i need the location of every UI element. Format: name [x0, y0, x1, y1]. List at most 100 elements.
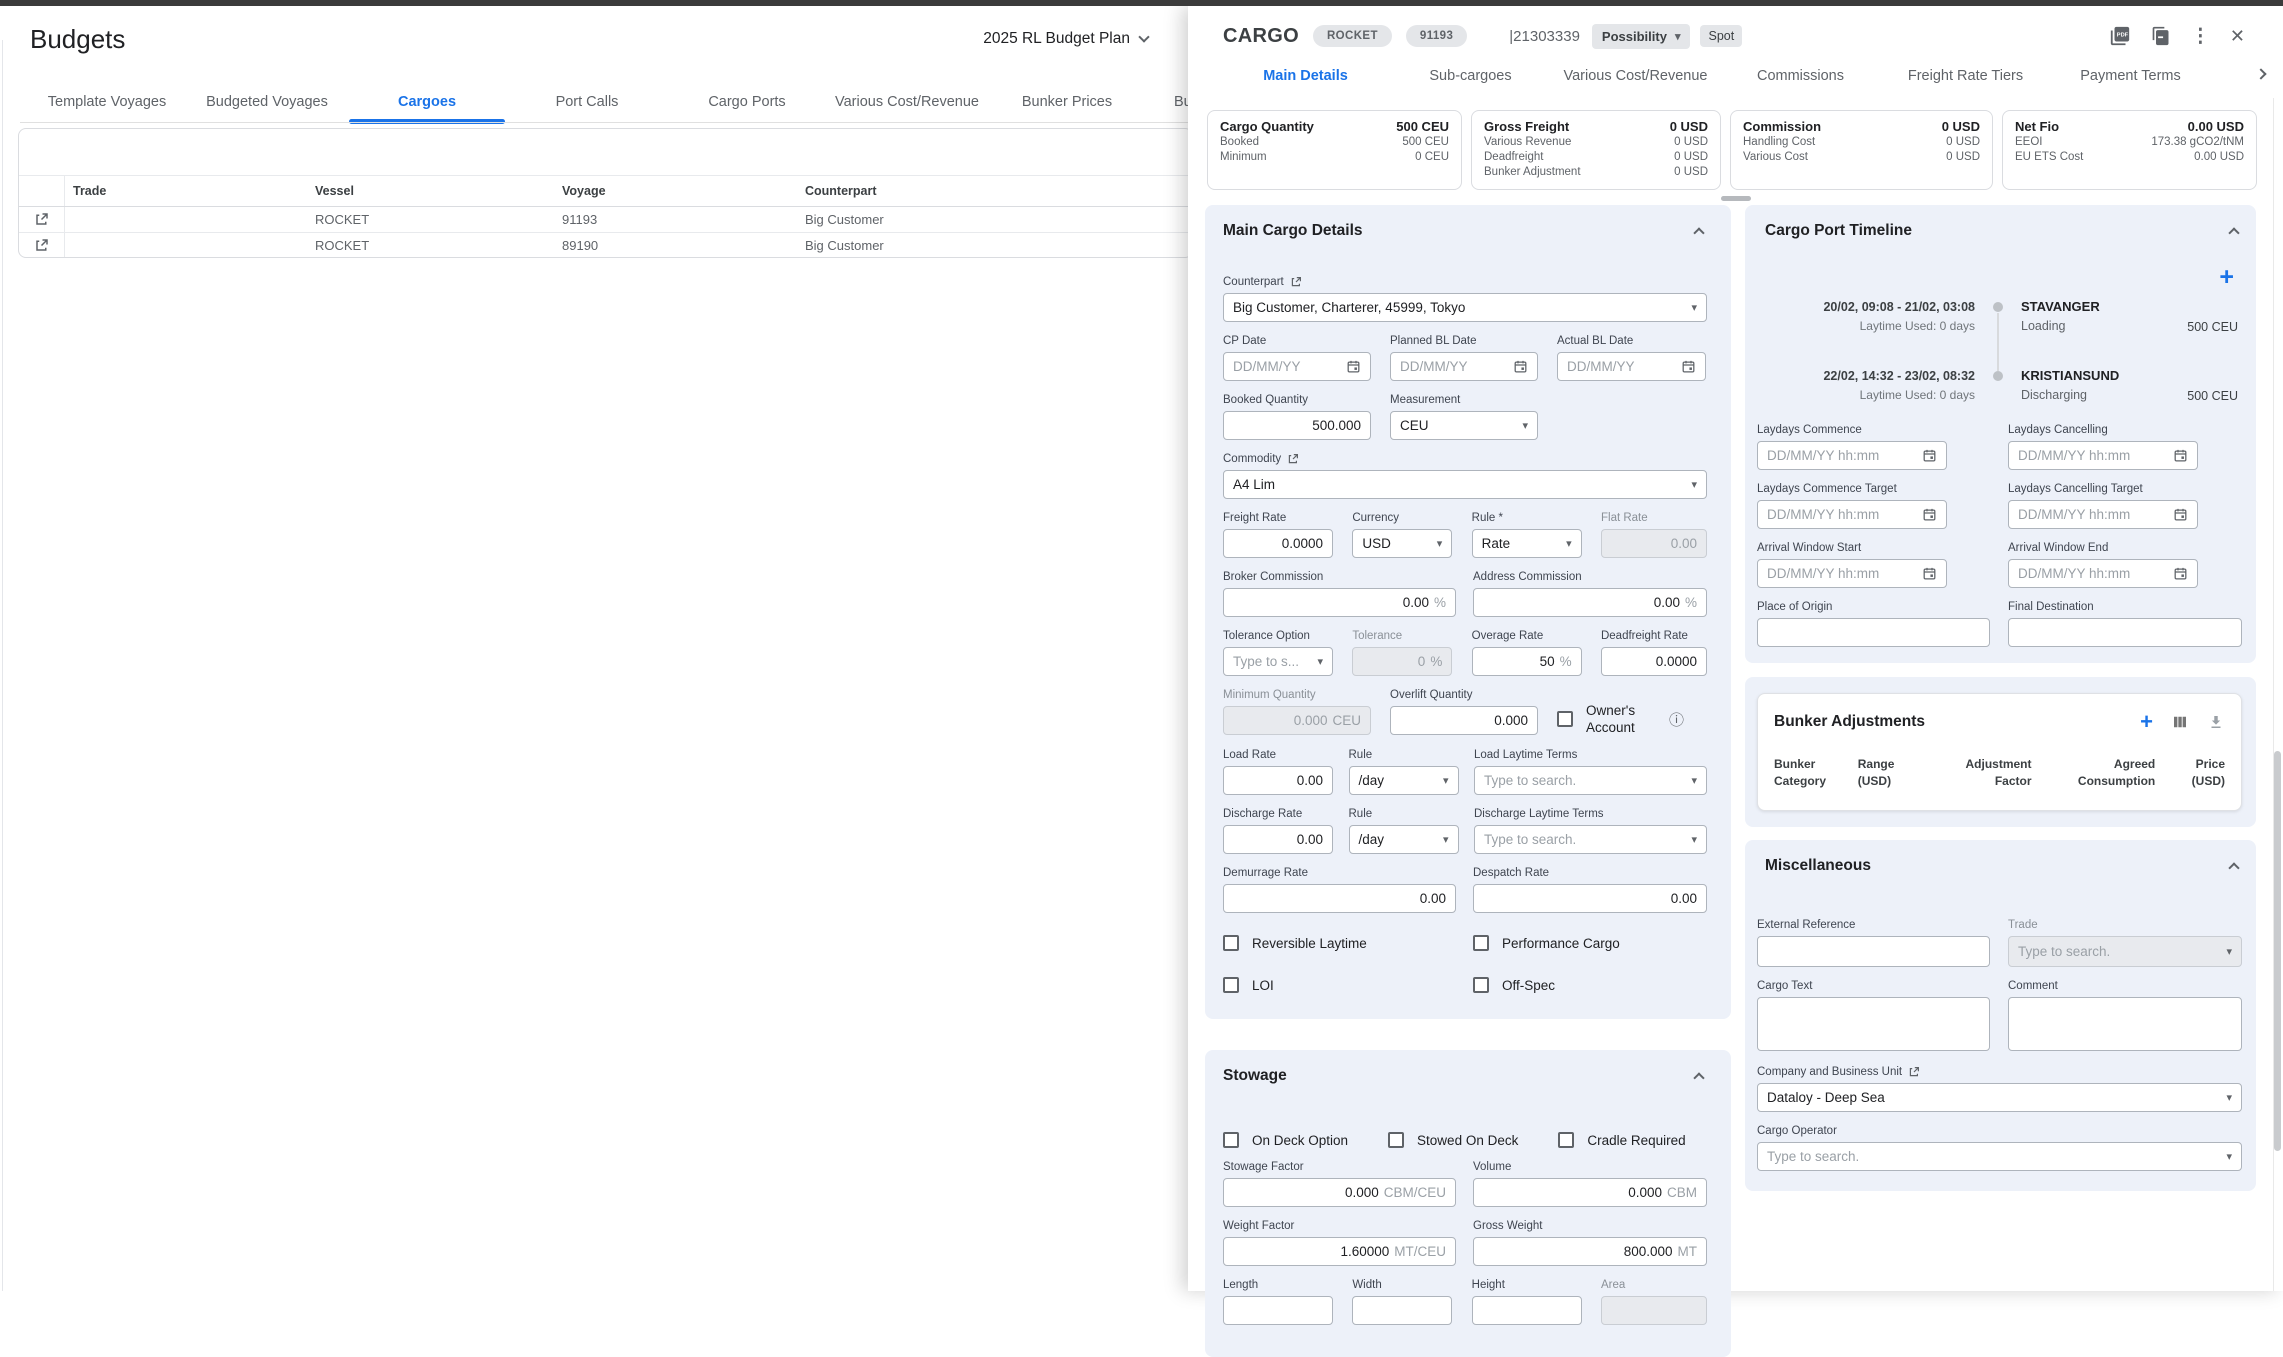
calendar-icon[interactable]	[1513, 359, 1528, 374]
arrival-window-end-input[interactable]: DD/MM/YY hh:mm	[2008, 559, 2198, 588]
place-of-origin-input[interactable]	[1757, 618, 1990, 647]
deadfreight-rate-input[interactable]: 0.0000	[1601, 647, 1707, 676]
collapse-icon[interactable]	[1693, 227, 1704, 238]
cargo-text-textarea[interactable]	[1757, 997, 1990, 1051]
add-bunker-adjustment-button[interactable]: +	[2140, 710, 2153, 734]
discharge-rate-input[interactable]: 0.00	[1223, 825, 1333, 854]
close-icon[interactable]: ✕	[2230, 26, 2245, 47]
calendar-icon[interactable]	[2173, 507, 2188, 522]
tab-port-calls[interactable]: Port Calls	[507, 81, 667, 123]
calendar-icon[interactable]	[2173, 566, 2188, 581]
open-in-new-icon[interactable]	[34, 238, 49, 253]
drawer-tab-main-details[interactable]: Main Details	[1223, 58, 1388, 94]
tab-cargoes[interactable]: Cargoes	[347, 81, 507, 123]
laydays-cancelling-target-input[interactable]: DD/MM/YY hh:mm	[2008, 500, 2198, 529]
tab-budgeted-voyages[interactable]: Budgeted Voyages	[187, 81, 347, 123]
timeline-entry[interactable]: 22/02, 14:32 - 23/02, 08:32 Laytime Used…	[1757, 368, 2242, 403]
scrollbar-thumb[interactable]	[2274, 751, 2281, 1151]
performance-cargo-checkbox[interactable]	[1473, 935, 1489, 951]
currency-select[interactable]: USD▾	[1352, 529, 1452, 558]
commodity-select[interactable]: A4 Lim▾	[1223, 470, 1707, 499]
column-settings-icon[interactable]	[2171, 713, 2189, 731]
off-spec-checkbox[interactable]	[1473, 977, 1489, 993]
open-in-new-icon[interactable]	[1287, 453, 1299, 465]
table-row[interactable]: ROCKET 91193 Big Customer	[19, 207, 1192, 233]
external-reference-input[interactable]	[1757, 936, 1990, 967]
download-icon[interactable]	[2207, 713, 2225, 731]
weight-factor-input[interactable]: 1.60000MT/CEU	[1223, 1237, 1456, 1266]
cradle-required-checkbox[interactable]	[1558, 1132, 1574, 1148]
drawer-tab-payment-terms[interactable]: Payment Terms	[2048, 58, 2213, 94]
pdf-export-icon[interactable]: PDF	[2109, 25, 2131, 47]
despatch-rate-input[interactable]: 0.00	[1473, 884, 1707, 913]
drawer-tab-freight-rate-tiers[interactable]: Freight Rate Tiers	[1883, 58, 2048, 94]
copy-icon[interactable]	[2151, 26, 2171, 46]
company-business-unit-select[interactable]: Dataloy - Deep Sea▾	[1757, 1083, 2242, 1112]
timeline-entry[interactable]: 20/02, 09:08 - 21/02, 03:08 Laytime Used…	[1757, 299, 2242, 334]
load-rule-select[interactable]: /day▾	[1349, 766, 1459, 795]
arrival-window-start-input[interactable]: DD/MM/YY hh:mm	[1757, 559, 1947, 588]
height-input[interactable]	[1472, 1296, 1582, 1325]
calendar-icon[interactable]	[1922, 566, 1937, 581]
overlift-quantity-input[interactable]: 0.000	[1390, 706, 1538, 735]
stowage-factor-input[interactable]: 0.000CBM/CEU	[1223, 1178, 1456, 1207]
open-in-new-icon[interactable]	[1290, 276, 1302, 288]
status-dropdown[interactable]: Possibility ▾	[1592, 24, 1691, 49]
address-commission-input[interactable]: 0.00%	[1473, 588, 1707, 617]
calendar-icon[interactable]	[1681, 359, 1696, 374]
loi-checkbox[interactable]	[1223, 977, 1239, 993]
info-icon[interactable]: ⓘ	[1669, 709, 1684, 730]
broker-commission-input[interactable]: 0.00%	[1223, 588, 1456, 617]
tab-bunker-prices[interactable]: Bunker Prices	[987, 81, 1147, 123]
freight-rate-input[interactable]: 0.0000	[1223, 529, 1333, 558]
owners-account-checkbox[interactable]	[1557, 711, 1573, 727]
kebab-menu-icon[interactable]: ⋮	[2191, 25, 2210, 48]
load-laytime-terms-select[interactable]: Type to search.▾	[1474, 766, 1707, 795]
cp-date-input[interactable]: DD/MM/YY	[1223, 352, 1371, 381]
add-port-button[interactable]: +	[2219, 265, 2234, 289]
tolerance-option-select[interactable]: Type to s...▾	[1223, 647, 1333, 676]
discharge-laytime-terms-select[interactable]: Type to search.▾	[1474, 825, 1707, 854]
on-deck-option-checkbox[interactable]	[1223, 1132, 1239, 1148]
demurrage-rate-input[interactable]: 0.00	[1223, 884, 1456, 913]
collapse-icon[interactable]	[2228, 862, 2239, 873]
actual-bl-date-input[interactable]: DD/MM/YY	[1557, 352, 1706, 381]
laydays-commence-target-input[interactable]: DD/MM/YY hh:mm	[1757, 500, 1947, 529]
cargo-operator-select[interactable]: Type to search.▾	[1757, 1142, 2242, 1171]
width-input[interactable]	[1352, 1296, 1452, 1325]
rule-select[interactable]: Rate▾	[1472, 529, 1582, 558]
reversible-laytime-checkbox[interactable]	[1223, 935, 1239, 951]
length-input[interactable]	[1223, 1296, 1333, 1325]
drawer-tab-sub-cargoes[interactable]: Sub-cargoes	[1388, 58, 1553, 94]
open-in-new-icon[interactable]	[34, 212, 49, 227]
comment-textarea[interactable]	[2008, 997, 2242, 1051]
final-destination-input[interactable]	[2008, 618, 2242, 647]
table-row[interactable]: ROCKET 89190 Big Customer	[19, 233, 1192, 258]
gross-weight-input[interactable]: 800.000MT	[1473, 1237, 1707, 1266]
laydays-commence-input[interactable]: DD/MM/YY hh:mm	[1757, 441, 1947, 470]
drawer-tab-various-cost-revenue[interactable]: Various Cost/Revenue	[1553, 58, 1718, 94]
calendar-icon[interactable]	[1922, 448, 1937, 463]
chevron-right-icon[interactable]	[2255, 68, 2266, 79]
tab-various-cost-revenue[interactable]: Various Cost/Revenue	[827, 81, 987, 123]
drawer-tab-commissions[interactable]: Commissions	[1718, 58, 1883, 94]
laydays-cancelling-input[interactable]: DD/MM/YY hh:mm	[2008, 441, 2198, 470]
overage-rate-input[interactable]: 50%	[1472, 647, 1582, 676]
stowed-on-deck-checkbox[interactable]	[1388, 1132, 1404, 1148]
collapse-icon[interactable]	[1693, 1072, 1704, 1083]
open-in-new-icon[interactable]	[1908, 1066, 1920, 1078]
calendar-icon[interactable]	[1346, 359, 1361, 374]
booked-quantity-input[interactable]: 500.000	[1223, 411, 1371, 440]
calendar-icon[interactable]	[2173, 448, 2188, 463]
load-rate-input[interactable]: 0.00	[1223, 766, 1333, 795]
counterpart-select[interactable]: Big Customer, Charterer, 45999, Tokyo▾	[1223, 293, 1707, 322]
volume-input[interactable]: 0.000CBM	[1473, 1178, 1707, 1207]
collapse-icon[interactable]	[2228, 227, 2239, 238]
panel-resize-handle[interactable]	[1721, 196, 1751, 201]
planned-bl-date-input[interactable]: DD/MM/YY	[1390, 352, 1538, 381]
calendar-icon[interactable]	[1922, 507, 1937, 522]
measurement-select[interactable]: CEU▾	[1390, 411, 1538, 440]
discharge-rule-select[interactable]: /day▾	[1349, 825, 1459, 854]
tab-template-voyages[interactable]: Template Voyages	[27, 81, 187, 123]
budget-plan-selector[interactable]: 2025 RL Budget Plan	[983, 30, 1148, 48]
